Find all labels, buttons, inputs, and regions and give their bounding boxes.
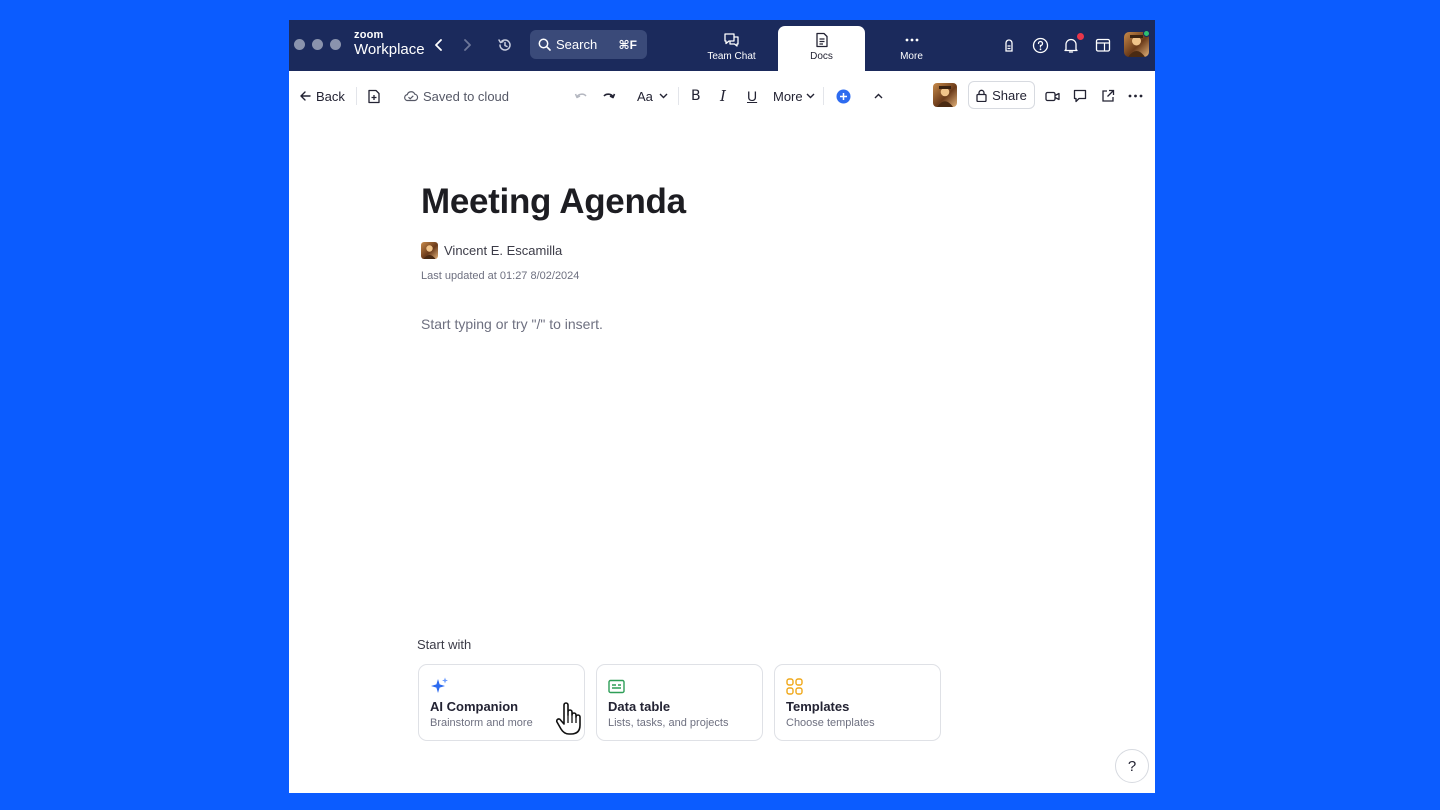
start-with-heading: Start with — [417, 637, 472, 652]
redo-icon — [603, 93, 616, 99]
author-avatar — [421, 242, 438, 259]
tab-team-chat[interactable]: Team Chat — [688, 26, 775, 71]
docs-icon — [815, 32, 828, 48]
lock-icon — [976, 89, 987, 102]
card-title: Data table — [608, 699, 671, 714]
ellipsis-icon — [1128, 94, 1143, 98]
text-style-dropdown[interactable]: Aa — [637, 86, 668, 106]
chevron-up-icon — [874, 93, 883, 99]
italic-button[interactable]: I — [720, 86, 726, 106]
card-title: AI Companion — [430, 699, 519, 714]
new-doc-button[interactable] — [367, 86, 381, 106]
help-label: ? — [1127, 757, 1137, 775]
text-style-label: Aa — [637, 88, 653, 104]
saved-status: Saved to cloud — [403, 86, 509, 106]
video-camera-icon — [1045, 91, 1060, 101]
back-button[interactable]: Back — [299, 86, 345, 106]
card-subtitle: Lists, tasks, and projects — [608, 717, 729, 729]
external-link-icon — [1102, 89, 1115, 102]
author-name: Vincent E. Escamilla — [444, 243, 563, 258]
contacts-icon[interactable] — [999, 35, 1019, 55]
window-minimize-button[interactable] — [312, 39, 323, 50]
more-formatting-dropdown[interactable]: More — [773, 86, 815, 106]
document-author: Vincent E. Escamilla — [421, 242, 562, 259]
arrow-left-icon — [300, 91, 311, 101]
toolbar-divider — [823, 87, 824, 105]
collapse-toolbar-button[interactable] — [874, 86, 883, 106]
templates-card[interactable]: Templates Choose templates — [774, 664, 941, 741]
table-icon — [608, 676, 751, 696]
calendar-icon[interactable] — [1093, 35, 1113, 55]
sparkle-icon — [430, 676, 573, 696]
collaborator-avatar[interactable] — [933, 83, 957, 107]
new-doc-icon — [368, 89, 380, 103]
nav-forward-icon[interactable] — [457, 35, 477, 55]
redo-button[interactable] — [602, 86, 616, 106]
chevron-down-icon — [659, 93, 668, 99]
bold-button[interactable]: B — [691, 86, 701, 106]
plus-circle-icon — [836, 89, 851, 103]
undo-button[interactable] — [574, 86, 588, 106]
video-meeting-button[interactable] — [1045, 86, 1060, 106]
undo-icon — [574, 93, 587, 99]
card-title: Templates — [786, 699, 850, 714]
help-button[interactable]: ? — [1115, 749, 1149, 783]
italic-label: I — [720, 87, 726, 105]
insert-button[interactable] — [836, 86, 851, 106]
brand-small: zoom — [354, 29, 384, 41]
window-zoom-button[interactable] — [330, 39, 341, 50]
notification-badge — [1077, 33, 1084, 40]
brand-large: Workplace — [354, 41, 425, 58]
share-button[interactable]: Share — [968, 81, 1035, 109]
tab-label: More — [900, 51, 923, 62]
more-label: More — [773, 88, 803, 104]
zoom-workplace-window: zoom Workplace Search ⌘F Team Chat Docs … — [289, 20, 1155, 793]
tab-label: Team Chat — [707, 51, 756, 62]
cloud-icon — [404, 91, 419, 102]
tab-docs[interactable]: Docs — [778, 26, 865, 71]
comments-button[interactable] — [1073, 86, 1087, 106]
bold-label: B — [691, 88, 701, 104]
editor-toolbar: Back Saved to cloud Aa B I U More Share — [289, 71, 1155, 121]
online-status-indicator — [1143, 30, 1150, 37]
underline-button[interactable]: U — [747, 86, 757, 106]
card-subtitle: Choose templates — [786, 717, 875, 729]
card-subtitle: Brainstorm and more — [430, 717, 533, 729]
history-icon[interactable] — [495, 35, 515, 55]
toolbar-divider — [356, 87, 357, 105]
document-title[interactable]: Meeting Agenda — [421, 182, 686, 222]
hand-pointer-cursor — [555, 701, 585, 742]
last-updated: Last updated at 01:27 8/02/2024 — [421, 270, 580, 282]
comment-icon — [1073, 89, 1087, 103]
toolbar-divider — [678, 87, 679, 105]
search-shortcut: ⌘F — [618, 37, 637, 52]
templates-icon — [786, 676, 929, 696]
saved-status-label: Saved to cloud — [423, 88, 510, 104]
chat-icon — [724, 33, 739, 47]
data-table-card[interactable]: Data table Lists, tasks, and projects — [596, 664, 763, 741]
tab-label: Docs — [810, 51, 833, 62]
back-label: Back — [316, 88, 345, 104]
window-close-button[interactable] — [294, 39, 305, 50]
open-external-button[interactable] — [1101, 86, 1115, 106]
tab-more[interactable]: More — [868, 26, 955, 71]
search-bar[interactable]: Search ⌘F — [530, 30, 647, 59]
app-logo: zoom Workplace — [354, 29, 425, 58]
help-circle-icon[interactable] — [1030, 35, 1050, 55]
more-icon — [905, 38, 918, 42]
document-body-placeholder[interactable]: Start typing or try "/" to insert. — [421, 316, 603, 332]
search-icon — [538, 38, 551, 51]
search-label: Search — [556, 37, 598, 52]
nav-back-icon[interactable] — [429, 35, 449, 55]
chevron-down-icon — [806, 93, 815, 99]
more-options-button[interactable] — [1128, 86, 1143, 106]
title-bar: zoom Workplace Search ⌘F Team Chat Docs … — [289, 20, 1155, 71]
share-label: Share — [992, 87, 1027, 103]
underline-label: U — [747, 88, 758, 104]
